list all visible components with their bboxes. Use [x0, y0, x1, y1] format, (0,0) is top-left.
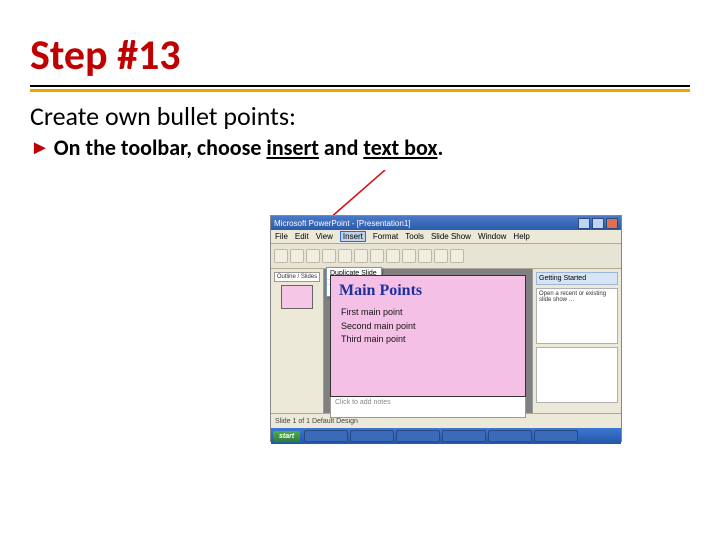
slide-area: Duplicate Slide Text Box Main Points Fir… — [324, 269, 532, 413]
slide-point: Second main point — [341, 320, 515, 334]
window-title-text: Microsoft PowerPoint - [Presentation1] — [274, 219, 411, 228]
powerpoint-screenshot: Microsoft PowerPoint - [Presentation1] F… — [270, 215, 622, 442]
triangle-bullet-icon: ► — [30, 136, 50, 160]
insert-keyword: insert — [266, 134, 319, 161]
title-rule — [30, 85, 690, 92]
menu-window[interactable]: Window — [478, 232, 506, 241]
slide-point: Third main point — [341, 333, 515, 347]
toolbar-button[interactable] — [418, 249, 432, 263]
menu-format[interactable]: Format — [373, 232, 398, 241]
menu-help[interactable]: Help — [513, 232, 529, 241]
notes-pane[interactable]: Click to add notes — [330, 397, 526, 418]
workspace: Outline / Slides Duplicate Slide Text Bo… — [271, 269, 621, 413]
taskbar-item[interactable] — [396, 430, 440, 442]
window-titlebar: Microsoft PowerPoint - [Presentation1] — [271, 216, 621, 230]
taskbar-item[interactable] — [304, 430, 348, 442]
instruction-line: ►On the toolbar, choose insert and text … — [30, 134, 690, 161]
taskpane-body: Open a recent or existing slide show … — [536, 288, 618, 344]
menu-edit[interactable]: Edit — [295, 232, 309, 241]
toolbar-button[interactable] — [434, 249, 448, 263]
taskbar-item[interactable] — [350, 430, 394, 442]
taskpane-header: Getting Started — [536, 272, 618, 285]
menu-bar: File Edit View Insert Format Tools Slide… — [271, 230, 621, 244]
start-button[interactable]: start — [273, 431, 300, 442]
menu-slideshow[interactable]: Slide Show — [431, 232, 471, 241]
instruction-prefix: On the toolbar, choose — [54, 134, 267, 161]
step-title: Step #13 — [30, 30, 690, 81]
toolbar-button[interactable] — [370, 249, 384, 263]
toolbar-button[interactable] — [290, 249, 304, 263]
toolbar-button[interactable] — [402, 249, 416, 263]
outline-pane: Outline / Slides — [271, 269, 324, 413]
menu-tools[interactable]: Tools — [405, 232, 424, 241]
toolbar — [271, 244, 621, 269]
toolbar-button[interactable] — [386, 249, 400, 263]
toolbar-button[interactable] — [322, 249, 336, 263]
maximize-icon[interactable] — [592, 218, 604, 229]
slide-point: First main point — [341, 306, 515, 320]
slide-title-text: Main Points — [331, 276, 525, 302]
step-subtitle: Create own bullet points: — [30, 100, 690, 132]
textbox-keyword: text box — [363, 134, 437, 161]
instruction-mid: and — [319, 134, 363, 161]
toolbar-button[interactable] — [338, 249, 352, 263]
taskbar-item[interactable] — [534, 430, 578, 442]
slide-body: First main point Second main point Third… — [331, 302, 525, 351]
status-text: Slide 1 of 1 Default Design — [275, 418, 358, 425]
slide-thumbnail[interactable] — [281, 285, 313, 309]
task-pane: Getting Started Open a recent or existin… — [532, 269, 621, 413]
windows-taskbar: start — [271, 428, 621, 444]
menu-view[interactable]: View — [316, 232, 333, 241]
taskbar-item[interactable] — [442, 430, 486, 442]
toolbar-button[interactable] — [274, 249, 288, 263]
toolbar-button[interactable] — [354, 249, 368, 263]
toolbar-button[interactable] — [306, 249, 320, 263]
menu-file[interactable]: File — [275, 232, 288, 241]
close-icon[interactable] — [606, 218, 618, 229]
minimize-icon[interactable] — [578, 218, 590, 229]
toolbar-button[interactable] — [450, 249, 464, 263]
slide-canvas[interactable]: Main Points First main point Second main… — [330, 275, 526, 397]
outline-tab[interactable]: Outline / Slides — [274, 272, 320, 282]
taskpane-box — [536, 347, 618, 403]
instruction-suffix: . — [437, 134, 443, 161]
menu-insert[interactable]: Insert — [340, 231, 366, 242]
taskbar-item[interactable] — [488, 430, 532, 442]
